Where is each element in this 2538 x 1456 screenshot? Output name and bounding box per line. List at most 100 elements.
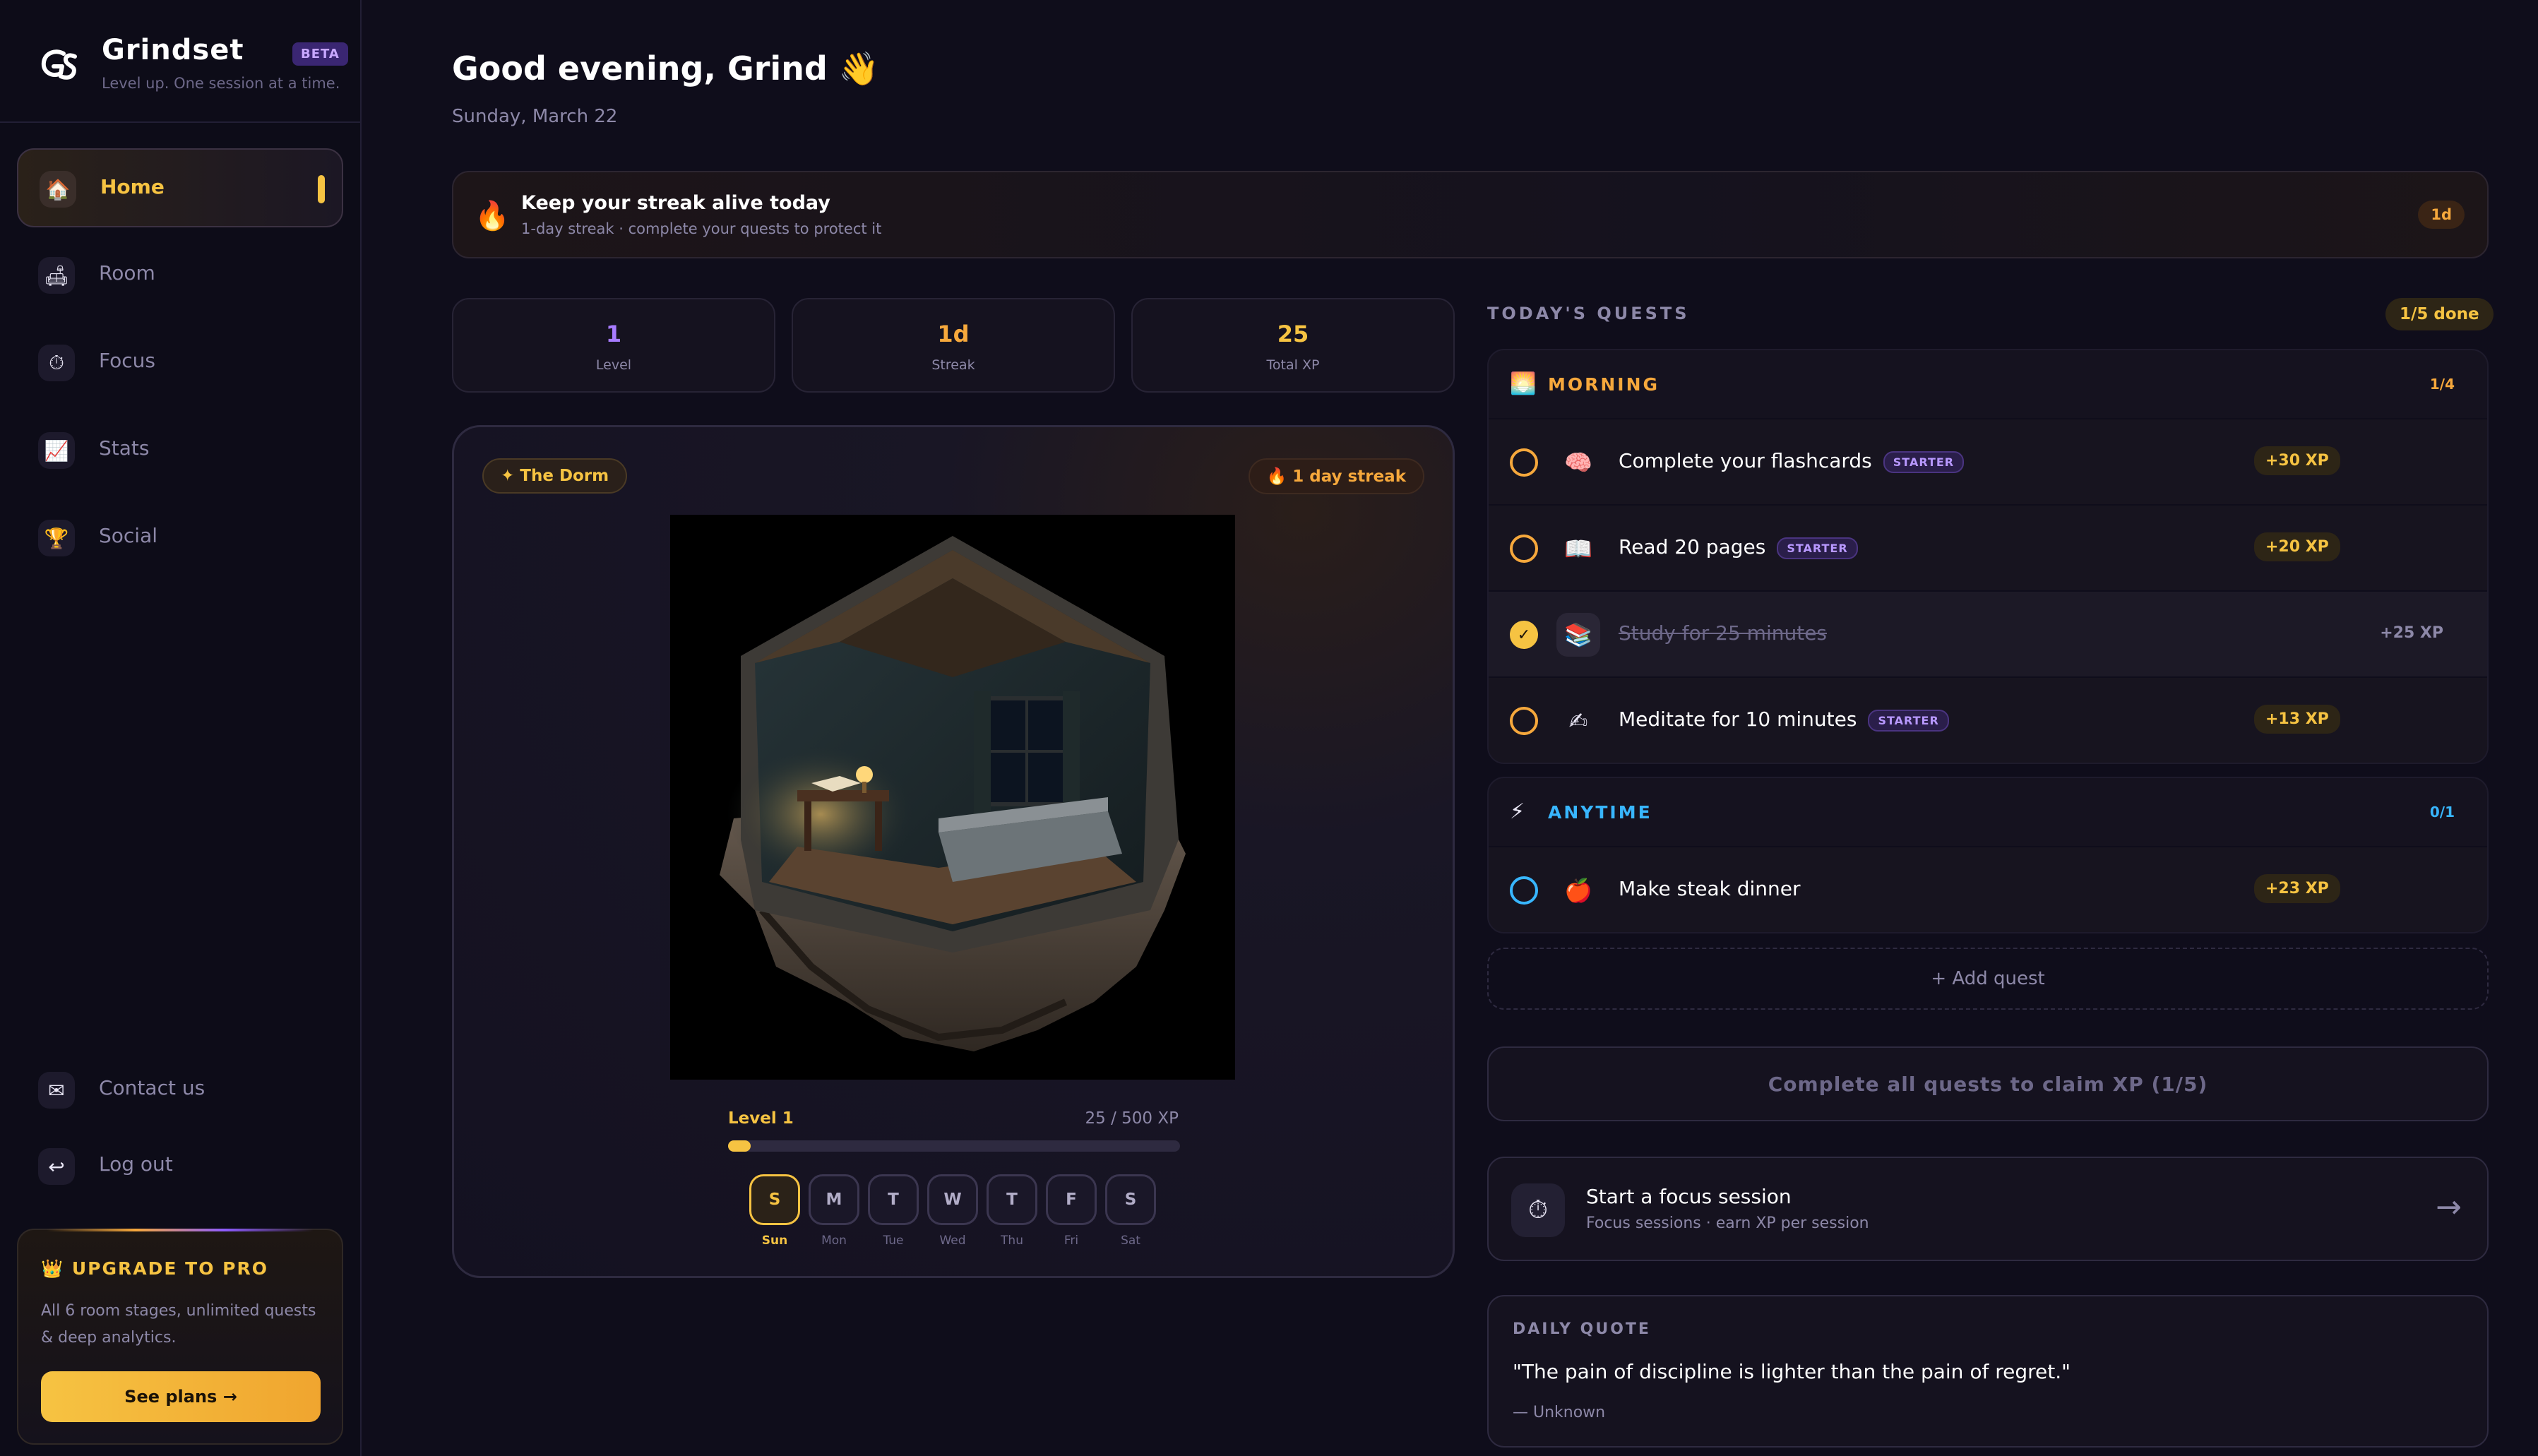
quest-xp: +20 XP	[2254, 532, 2340, 561]
quest-checkbox[interactable]	[1510, 448, 1538, 477]
room-illustration[interactable]	[670, 515, 1235, 1080]
day-thu: T Thu	[987, 1174, 1037, 1252]
quest-checkbox[interactable]	[1510, 535, 1538, 563]
claim-xp-button[interactable]: Complete all quests to claim XP (1/5)	[1487, 1046, 2489, 1121]
stat-value: 25	[1277, 321, 1309, 347]
quests-section-title: TODAY'S QUESTS	[1487, 304, 1690, 323]
checkmark-icon[interactable]: ✓	[1510, 621, 1538, 649]
sidebar-item-stats[interactable]: 📈 Stats	[17, 411, 343, 490]
day-name: Wed	[939, 1234, 966, 1248]
sidebar-item-label: Social	[99, 524, 158, 547]
arrow-right-icon[interactable]: →	[2436, 1189, 2462, 1225]
stat-card-streak: 1d Streak	[792, 298, 1115, 393]
xp-progress-fill	[728, 1140, 751, 1152]
stopwatch-icon: ⏱	[38, 345, 75, 381]
quest-xp: +13 XP	[2254, 705, 2340, 734]
stat-label: Streak	[931, 357, 975, 373]
quest-xp: +23 XP	[2254, 874, 2340, 903]
group-name: MORNING	[1548, 374, 1660, 395]
trophy-icon: 🏆	[38, 520, 75, 556]
log-out-label: Log out	[99, 1152, 173, 1176]
streak-banner: 🔥 Keep your streak alive today 1-day str…	[452, 171, 2489, 258]
day-name: Tue	[883, 1234, 904, 1248]
quest-xp: +25 XP	[2380, 624, 2443, 642]
group-name: ANYTIME	[1548, 802, 1652, 823]
start-focus-session-card[interactable]: ⏱ Start a focus session Focus sessions ·…	[1487, 1157, 2489, 1261]
quest-name: Read 20 pages STARTER	[1619, 535, 1858, 559]
quests-done-badge: 1/5 done	[2385, 298, 2494, 330]
crown-icon: 👑	[41, 1258, 65, 1279]
log-out-link[interactable]: ↩ Log out	[17, 1127, 343, 1206]
stat-value: 1d	[937, 321, 970, 347]
lightning-icon: ⚡	[1510, 799, 1525, 824]
streak-badge: 1d	[2418, 201, 2465, 229]
see-plans-button[interactable]: See plans →	[41, 1371, 321, 1422]
quest-row-completed[interactable]: ✓ 📚 Study for 25 minutes +25 XP	[1489, 590, 2487, 676]
quest-name: Complete your flashcards STARTER	[1619, 449, 1965, 473]
current-date: Sunday, March 22	[452, 106, 618, 127]
day-fri: F Fri	[1046, 1174, 1097, 1252]
stat-label: Level	[595, 357, 632, 373]
quest-checkbox[interactable]	[1510, 876, 1538, 905]
room-streak-badge: 🔥 1 day streak	[1248, 458, 1424, 494]
day-letter: T	[868, 1174, 919, 1225]
chart-icon: 📈	[38, 432, 75, 469]
group-count: 1/4	[2429, 376, 2455, 393]
sunrise-icon: 🌅	[1510, 371, 1537, 396]
room-name-tag[interactable]: ✦ The Dorm	[482, 458, 628, 494]
upgrade-description: All 6 room stages, unlimited quests & de…	[41, 1302, 316, 1347]
day-letter: S	[749, 1174, 800, 1225]
contact-us-link[interactable]: ✉ Contact us	[17, 1051, 343, 1130]
group-header: 🌅 MORNING 1/4	[1489, 350, 2487, 418]
starter-badge: STARTER	[1777, 537, 1858, 559]
day-letter: T	[987, 1174, 1037, 1225]
book-icon: 📖	[1564, 535, 1592, 562]
upgrade-title: 👑 UPGRADE TO PRO	[41, 1258, 268, 1279]
mail-icon: ✉	[38, 1072, 75, 1109]
brand-tagline: Level up. One session at a time.	[102, 75, 340, 92]
quest-name: Make steak dinner	[1619, 877, 1801, 900]
quest-row[interactable]: 🧠 Complete your flashcards STARTER +30 XP	[1489, 418, 2487, 504]
apple-icon: 🍎	[1564, 877, 1592, 904]
quest-name-text: Meditate for 10 minutes	[1619, 708, 1857, 731]
fire-icon: 🔥	[475, 200, 510, 232]
quest-checkbox[interactable]	[1510, 707, 1538, 735]
daily-quote-card: DAILY QUOTE "The pain of discipline is l…	[1487, 1295, 2489, 1448]
day-letter: M	[809, 1174, 859, 1225]
day-name: Thu	[1001, 1234, 1023, 1248]
page-title: Good evening, Grind 👋	[452, 49, 880, 88]
grindset-logo-icon	[41, 49, 77, 80]
sidebar-item-focus[interactable]: ⏱ Focus	[17, 323, 343, 402]
sidebar-item-home[interactable]: 🏠 Home	[17, 148, 343, 227]
quest-row[interactable]: ✍ Meditate for 10 minutes STARTER +13 XP	[1489, 676, 2487, 763]
sidebar-item-label: Stats	[99, 436, 150, 460]
upgrade-title-text: UPGRADE TO PRO	[71, 1258, 268, 1279]
upgrade-card: 👑 UPGRADE TO PRO All 6 room stages, unli…	[17, 1229, 343, 1445]
stat-card-level: 1 Level	[452, 298, 775, 393]
sidebar-item-label: Room	[99, 261, 155, 285]
day-letter: F	[1046, 1174, 1097, 1225]
quest-row[interactable]: 🍎 Make steak dinner +23 XP	[1489, 846, 2487, 932]
sidebar-item-room[interactable]: 🛋 Room	[17, 236, 343, 315]
house-icon: 🏠	[40, 171, 76, 208]
anytime-quest-group: ⚡ ANYTIME 0/1 🍎 Make steak dinner +23 XP	[1487, 777, 2489, 933]
stat-value: 1	[605, 321, 622, 347]
day-name: Sun	[761, 1234, 788, 1248]
sidebar-item-social[interactable]: 🏆 Social	[17, 499, 343, 578]
brand-name: Grindset	[102, 34, 244, 66]
banner-subtitle: 1-day streak · complete your quests to p…	[521, 220, 882, 237]
quote-text: "The pain of discipline is lighter than …	[1513, 1360, 2071, 1383]
quest-name: Meditate for 10 minutes STARTER	[1619, 708, 1949, 732]
focus-title: Start a focus session	[1586, 1185, 1792, 1208]
stat-card-total-xp: 25 Total XP	[1131, 298, 1455, 393]
quote-label: DAILY QUOTE	[1513, 1320, 1651, 1338]
add-quest-button[interactable]: + Add quest	[1487, 948, 2489, 1010]
starter-badge: STARTER	[1868, 709, 1949, 732]
quest-row[interactable]: 📖 Read 20 pages STARTER +20 XP	[1489, 504, 2487, 590]
day-name: Sat	[1121, 1234, 1140, 1248]
focus-subtitle: Focus sessions · earn XP per session	[1586, 1215, 1869, 1232]
beta-badge: BETA	[292, 42, 348, 66]
couch-icon: 🛋	[38, 257, 75, 294]
sidebar-divider	[0, 121, 360, 123]
sidebar: Grindset BETA Level up. One session at a…	[0, 0, 362, 1456]
